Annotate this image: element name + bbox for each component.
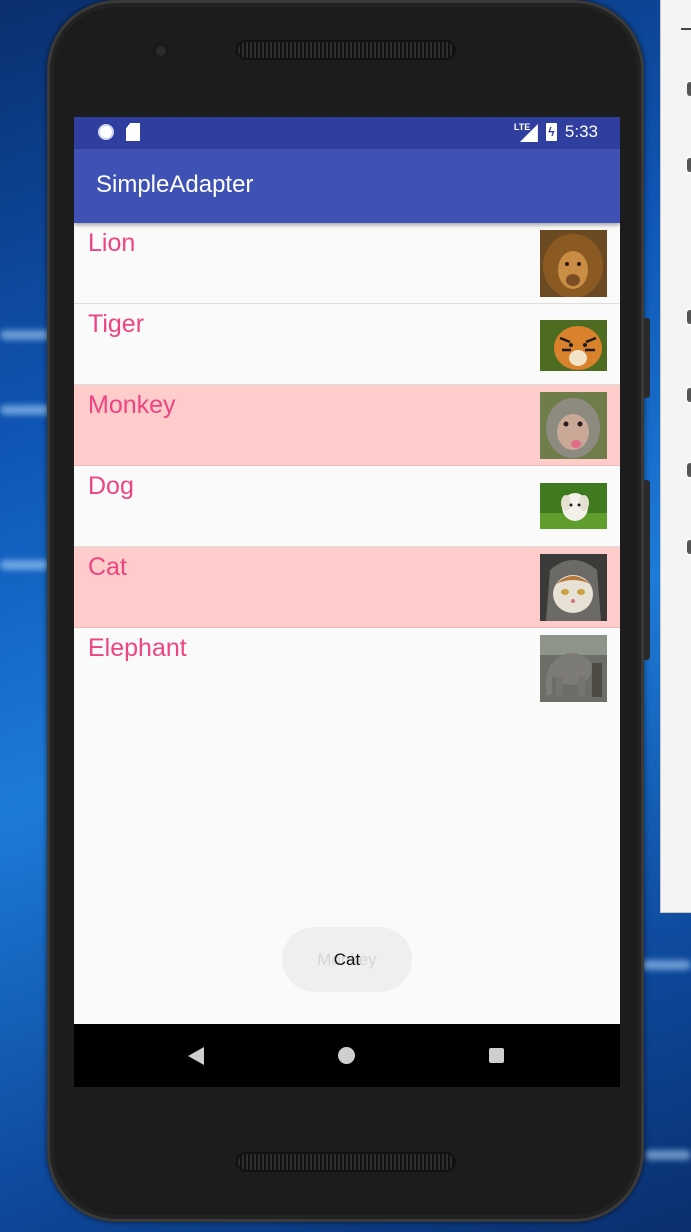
toolbar-icon — [687, 82, 691, 96]
toast-text: Cat — [333, 949, 361, 969]
lion-image — [540, 230, 607, 297]
list-item-tiger[interactable]: Tiger — [74, 304, 620, 385]
front-camera — [152, 42, 170, 60]
dog-image — [540, 483, 607, 529]
list-item-dog[interactable]: Dog — [74, 466, 620, 547]
background-window — [660, 0, 691, 913]
power-button[interactable] — [644, 480, 650, 660]
back-icon[interactable] — [188, 1047, 204, 1065]
sync-icon — [98, 124, 114, 140]
toolbar-icon — [687, 388, 691, 402]
monkey-image — [540, 392, 607, 459]
wallpaper-streak — [640, 960, 691, 970]
toolbar-icon — [687, 540, 691, 554]
list-item-label: Tiger — [88, 310, 145, 338]
list-item-cat[interactable]: Cat — [74, 547, 620, 628]
list-item-label: Elephant — [88, 634, 187, 662]
elephant-image — [540, 635, 607, 702]
home-icon[interactable] — [338, 1047, 355, 1064]
list-item-label: Dog — [88, 472, 134, 500]
toolbar-icon — [687, 310, 691, 324]
list-item-lion[interactable]: Lion — [74, 223, 620, 304]
list-item-elephant[interactable]: Elephant — [74, 628, 620, 709]
navigation-bar — [74, 1024, 620, 1087]
bottom-speaker — [236, 1152, 456, 1172]
status-bar: LTE ϟ 5:33 — [74, 117, 620, 149]
list-item-label: Cat — [88, 553, 127, 581]
volume-button[interactable] — [644, 318, 650, 398]
wallpaper-streak — [0, 560, 50, 570]
app-bar: SimpleAdapter — [74, 149, 620, 223]
network-type-label: LTE — [513, 122, 531, 132]
animal-list[interactable]: Lion Tiger Monkey Dog Cat Elephant — [74, 223, 620, 709]
toolbar-icon — [687, 463, 691, 477]
signal-icon: LTE — [514, 122, 538, 142]
list-item-label: Monkey — [88, 391, 176, 419]
toolbar-icon — [687, 158, 691, 172]
toast-message: Monkey Cat — [282, 927, 412, 992]
tiger-image — [540, 320, 607, 371]
status-clock: 5:33 — [564, 122, 598, 141]
cat-image — [540, 554, 607, 621]
minimize-icon — [681, 28, 691, 30]
recent-apps-icon[interactable] — [489, 1048, 504, 1063]
list-item-label: Lion — [88, 229, 136, 257]
wallpaper-streak — [645, 1150, 691, 1160]
app-title: SimpleAdapter — [96, 171, 254, 198]
battery-charging-icon: ϟ — [545, 123, 557, 141]
sd-card-icon — [126, 123, 140, 141]
phone-screen: LTE ϟ 5:33 SimpleAdapter Lion Tiger Monk… — [74, 117, 620, 1087]
top-speaker — [236, 40, 456, 60]
list-item-monkey[interactable]: Monkey — [74, 385, 620, 466]
